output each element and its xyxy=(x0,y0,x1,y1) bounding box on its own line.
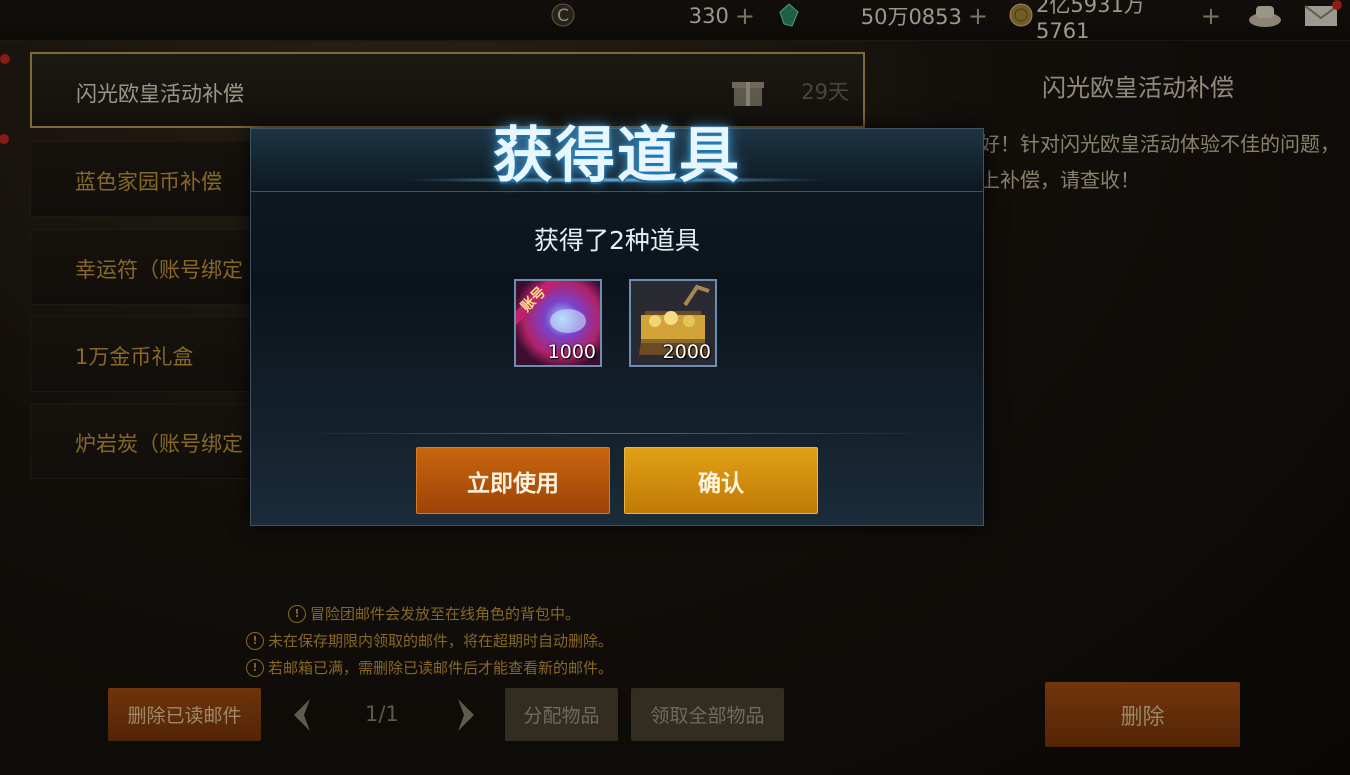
dialog-divider xyxy=(291,433,943,434)
item-quantity: 1000 xyxy=(547,341,596,363)
confirm-button[interactable]: 确认 xyxy=(624,447,818,514)
item-quantity: 2000 xyxy=(662,341,711,363)
item-slot[interactable]: 2000 xyxy=(629,279,717,367)
item-slot[interactable]: 账号 1000 xyxy=(514,279,602,367)
obtain-items-dialog: 获得道具 获得了2种道具 账号 1000 2000 立即使用 确认 xyxy=(250,121,984,526)
use-now-button[interactable]: 立即使用 xyxy=(416,447,610,514)
dialog-subtitle: 获得了2种道具 xyxy=(534,226,700,255)
dialog-title: 获得道具 xyxy=(493,121,741,191)
